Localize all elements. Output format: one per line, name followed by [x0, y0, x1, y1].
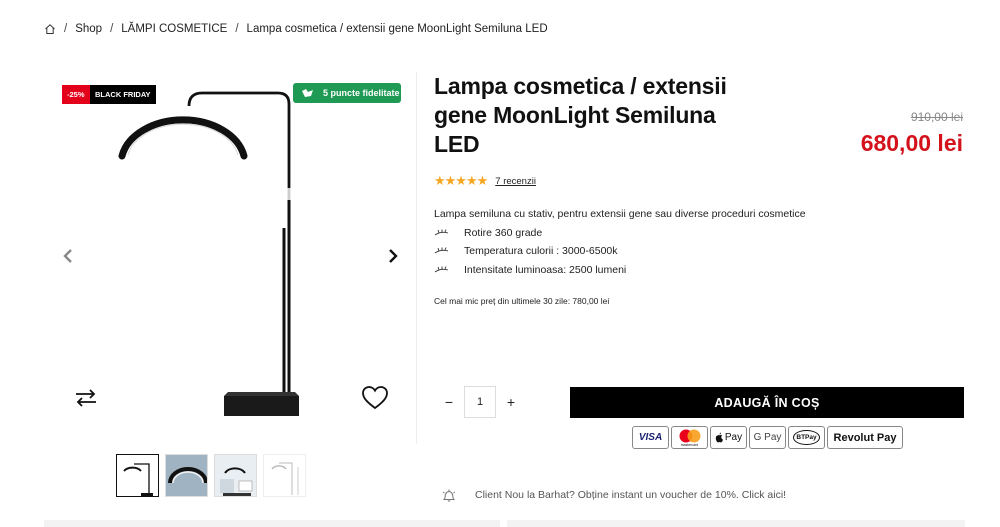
- column-divider: [416, 72, 417, 444]
- feature-item: Intensitate luminoasa: 2500 lumeni: [434, 264, 626, 276]
- add-to-cart-button[interactable]: ADAUGĂ ÎN COȘ: [570, 387, 964, 418]
- loyalty-points-icon: [302, 89, 313, 97]
- thumbnail-3[interactable]: [214, 454, 257, 497]
- feature-label: Intensitate luminoasa: 2500 lumeni: [464, 264, 627, 276]
- quantity-increase-button[interactable]: +: [496, 394, 526, 410]
- eyelash-icon: [434, 247, 449, 254]
- feature-label: Rotire 360 grade: [464, 227, 543, 239]
- apple-pay-logo: Pay: [710, 426, 747, 449]
- voucher-text: Client Nou la Barhat? Obține instant un …: [475, 489, 787, 501]
- home-icon[interactable]: [44, 23, 56, 35]
- product-title: Lampa cosmetica / extensii gene MoonLigh…: [434, 73, 727, 157]
- rating: ★★★★★ 7 recenzii: [434, 173, 536, 189]
- breadcrumb: / Shop / LĂMPI COSMETICE / Lampa cosmeti…: [44, 23, 548, 35]
- quantity-stepper: − +: [434, 386, 526, 418]
- reviews-link[interactable]: 7 recenzii: [495, 176, 536, 187]
- sale-price: 680,00 lei: [860, 130, 963, 156]
- black-friday-badge: BLACK FRIDAY: [90, 85, 156, 104]
- footer-strip: [507, 520, 965, 527]
- next-image-arrow-icon[interactable]: [385, 248, 401, 264]
- quantity-input[interactable]: [464, 386, 496, 418]
- thumbnail-4[interactable]: [263, 454, 306, 497]
- wishlist-heart-icon[interactable]: [361, 385, 389, 411]
- bell-icon: [442, 489, 456, 502]
- product-main-image[interactable]: [48, 78, 415, 438]
- product-description: Lampa semiluna cu stativ, pentru extensi…: [434, 208, 806, 220]
- breadcrumb-shop[interactable]: Shop: [75, 23, 102, 35]
- quantity-decrease-button[interactable]: −: [434, 394, 464, 410]
- thumbnail-2[interactable]: [165, 454, 208, 497]
- thumbnail-strip: [116, 454, 306, 497]
- thumbnail-1[interactable]: [116, 454, 159, 497]
- prev-image-arrow-icon[interactable]: [60, 248, 76, 264]
- eyelash-icon: [434, 229, 449, 236]
- old-price: 910,00 lei: [910, 110, 963, 124]
- rating-stars-icon: ★★★★★: [434, 173, 488, 188]
- visa-logo: VISA: [632, 426, 669, 449]
- feature-label: Temperatura culorii : 3000-6500k: [464, 245, 618, 257]
- breadcrumb-current: Lampa cosmetica / extensii gene MoonLigh…: [246, 23, 548, 35]
- breadcrumb-category[interactable]: LĂMPI COSMETICE: [121, 23, 227, 35]
- feature-item: Rotire 360 grade: [434, 227, 542, 239]
- new-client-voucher-link[interactable]: Client Nou la Barhat? Obține instant un …: [441, 487, 786, 503]
- breadcrumb-separator: /: [110, 23, 114, 35]
- google-pay-logo: G Pay: [749, 426, 786, 449]
- loyalty-points-label: 5 puncte fidelitate: [323, 88, 400, 98]
- mastercard-logo: mastercard: [671, 426, 708, 449]
- breadcrumb-separator: /: [235, 23, 239, 35]
- btpay-logo: BTPay: [788, 426, 825, 449]
- breadcrumb-separator: /: [64, 23, 68, 35]
- lowest-price-note: Cel mai mic preț din ultimele 30 zile: 7…: [434, 296, 610, 306]
- lamp-image: [118, 91, 299, 416]
- eyelash-icon: [434, 266, 449, 273]
- footer-strip: [44, 520, 500, 527]
- discount-badge: -25%: [62, 85, 90, 104]
- revolut-pay-logo: Revolut Pay: [827, 426, 903, 449]
- loyalty-points-badge: 5 puncte fidelitate: [293, 83, 401, 103]
- compare-icon[interactable]: [73, 387, 99, 409]
- feature-item: Temperatura culorii : 3000-6500k: [434, 245, 618, 257]
